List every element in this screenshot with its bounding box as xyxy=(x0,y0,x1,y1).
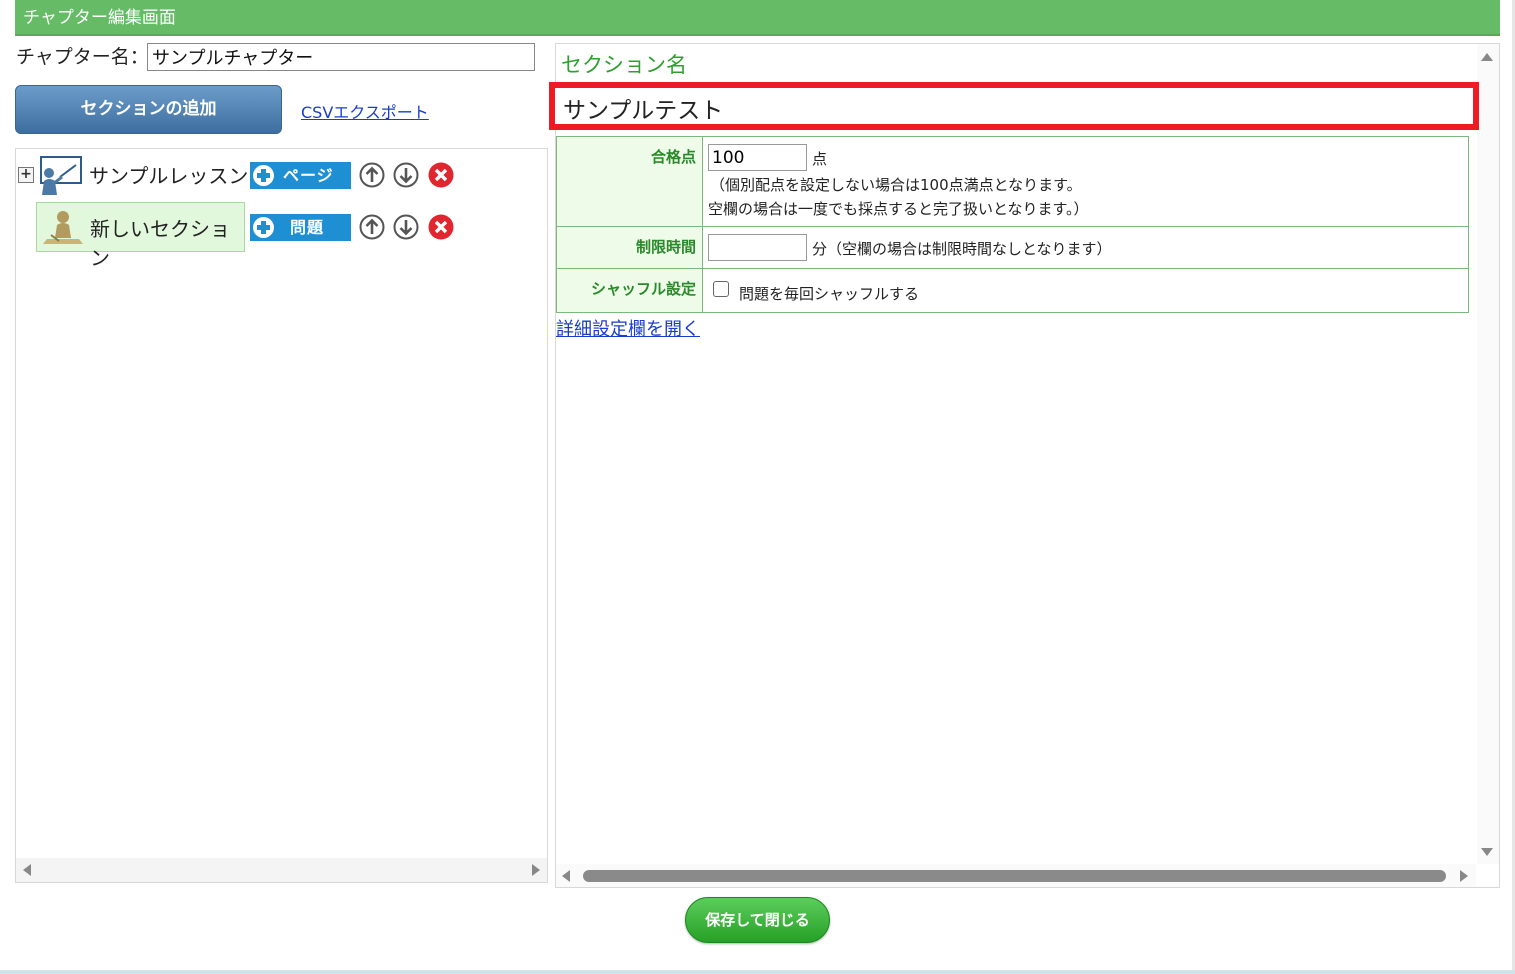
plus-icon xyxy=(253,165,274,186)
settings-row-pass-score: 合格点 点 （個別配点を設定しない場合は100点満点となります。 空欄の場合は一… xyxy=(557,137,1468,227)
scroll-right-icon[interactable] xyxy=(532,864,540,876)
scroll-right-icon[interactable] xyxy=(1460,870,1468,882)
section-name-value: サンプルテスト xyxy=(563,98,724,124)
add-question-button-label: 問題 xyxy=(290,218,325,237)
arrow-up-icon xyxy=(359,214,385,240)
open-detail-settings-link[interactable]: 詳細設定欄を開く xyxy=(556,315,700,341)
shuffle-checkbox-label[interactable]: 問題を毎回シャッフルする xyxy=(739,283,919,304)
chapter-name-label: チャプター名： xyxy=(16,46,149,68)
csv-export-link[interactable]: CSVエクスポート xyxy=(301,99,429,123)
window-bottom-edge xyxy=(0,970,1515,974)
scroll-up-icon[interactable] xyxy=(1481,53,1493,61)
move-down-button-section[interactable] xyxy=(393,214,419,240)
close-icon xyxy=(428,214,454,240)
section-settings-table: 合格点 点 （個別配点を設定しない場合は100点満点となります。 空欄の場合は一… xyxy=(556,136,1469,313)
arrow-down-icon xyxy=(393,162,419,188)
move-up-button-section[interactable] xyxy=(359,214,385,240)
delete-button-section[interactable] xyxy=(428,214,454,240)
expand-toggle[interactable]: + xyxy=(18,167,34,183)
scroll-left-icon[interactable] xyxy=(23,864,31,876)
chapter-name-input[interactable] xyxy=(147,43,535,71)
scroll-left-icon[interactable] xyxy=(562,870,570,882)
add-page-button-label: ページ xyxy=(283,166,334,185)
arrow-down-icon xyxy=(393,214,419,240)
move-up-button-lesson[interactable] xyxy=(359,162,385,188)
horizontal-scroll-thumb[interactable] xyxy=(583,870,1446,882)
tree-item-lesson-label[interactable]: サンプルレッスン xyxy=(89,160,248,189)
pass-score-input[interactable] xyxy=(708,144,807,171)
time-limit-label: 制限時間 xyxy=(557,227,703,268)
add-question-button[interactable]: 問題 xyxy=(250,214,351,241)
settings-row-time-limit: 制限時間 分（空欄の場合は制限時間なしとなります） xyxy=(557,227,1468,269)
pass-score-note-1: （個別配点を設定しない場合は100点満点となります。 xyxy=(710,176,1082,194)
window-title: チャプター編集画面 xyxy=(15,0,1500,36)
time-limit-input[interactable] xyxy=(708,234,807,261)
close-icon xyxy=(428,162,454,188)
save-and-close-button[interactable]: 保存して閉じる xyxy=(685,897,830,943)
tree-horizontal-scrollbar[interactable] xyxy=(16,858,547,882)
shuffle-label: シャッフル設定 xyxy=(557,269,703,312)
plus-icon xyxy=(253,217,274,238)
section-name-label: セクション名 xyxy=(561,53,687,77)
delete-button-lesson[interactable] xyxy=(428,162,454,188)
pass-score-label: 合格点 xyxy=(557,137,703,226)
pass-score-unit: 点 xyxy=(812,150,828,168)
panel-vertical-scrollbar[interactable] xyxy=(1477,44,1499,864)
scroll-down-icon[interactable] xyxy=(1481,848,1493,856)
tree-item-section-label: 新しいセクション xyxy=(90,217,230,270)
settings-row-shuffle: シャッフル設定 問題を毎回シャッフルする xyxy=(557,269,1468,312)
lesson-icon xyxy=(40,156,82,195)
move-down-button-lesson[interactable] xyxy=(393,162,419,188)
add-page-button[interactable]: ページ xyxy=(250,162,351,189)
section-icon xyxy=(43,211,83,244)
pass-score-note-2: 空欄の場合は一度でも採点すると完了扱いとなります。） xyxy=(708,200,1089,218)
shuffle-checkbox[interactable] xyxy=(713,281,729,297)
tree-item-section[interactable]: 新しいセクション xyxy=(36,202,245,270)
section-name-field[interactable]: サンプルテスト xyxy=(549,82,1479,130)
time-limit-note: 分（空欄の場合は制限時間なしとなります） xyxy=(812,240,1112,258)
add-section-button[interactable]: セクションの追加 xyxy=(15,85,282,134)
arrow-up-icon xyxy=(359,162,385,188)
